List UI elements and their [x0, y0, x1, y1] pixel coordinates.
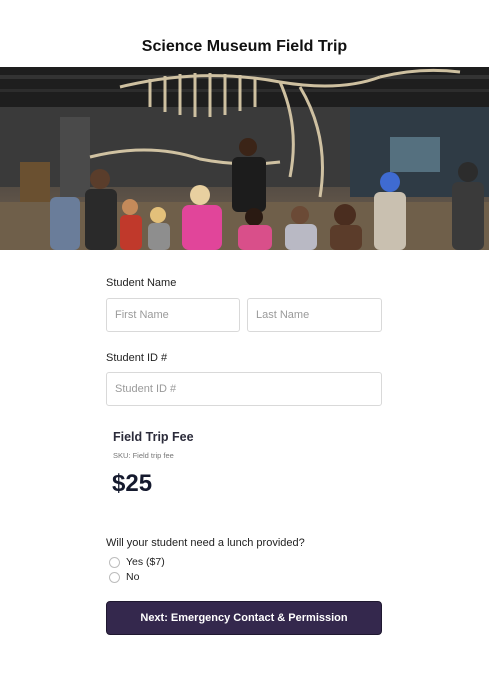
first-name-input[interactable]: [106, 298, 240, 332]
radio-yes[interactable]: [109, 556, 120, 568]
radio-no[interactable]: [109, 571, 120, 583]
hero-image: [0, 67, 489, 250]
lunch-option-yes-label: Yes ($7): [126, 556, 165, 568]
lunch-question: Will your student need a lunch provided?: [106, 537, 305, 549]
fee-price: $25: [112, 470, 153, 497]
lunch-option-no-label: No: [126, 571, 140, 583]
lunch-option-no[interactable]: No: [109, 571, 139, 583]
student-id-input[interactable]: [106, 372, 382, 406]
page-title: Science Museum Field Trip: [141, 38, 348, 55]
fee-title: Field Trip Fee: [113, 430, 194, 444]
student-id-label: Student ID #: [106, 352, 168, 364]
fee-sku: SKU: Field trip fee: [113, 451, 174, 460]
lunch-option-yes[interactable]: Yes ($7): [109, 556, 165, 568]
hero-photo-illustration: [0, 67, 489, 250]
last-name-input[interactable]: [247, 298, 382, 332]
student-name-label: Student Name: [106, 277, 177, 289]
next-button[interactable]: Next: Emergency Contact & Permission: [106, 601, 382, 635]
